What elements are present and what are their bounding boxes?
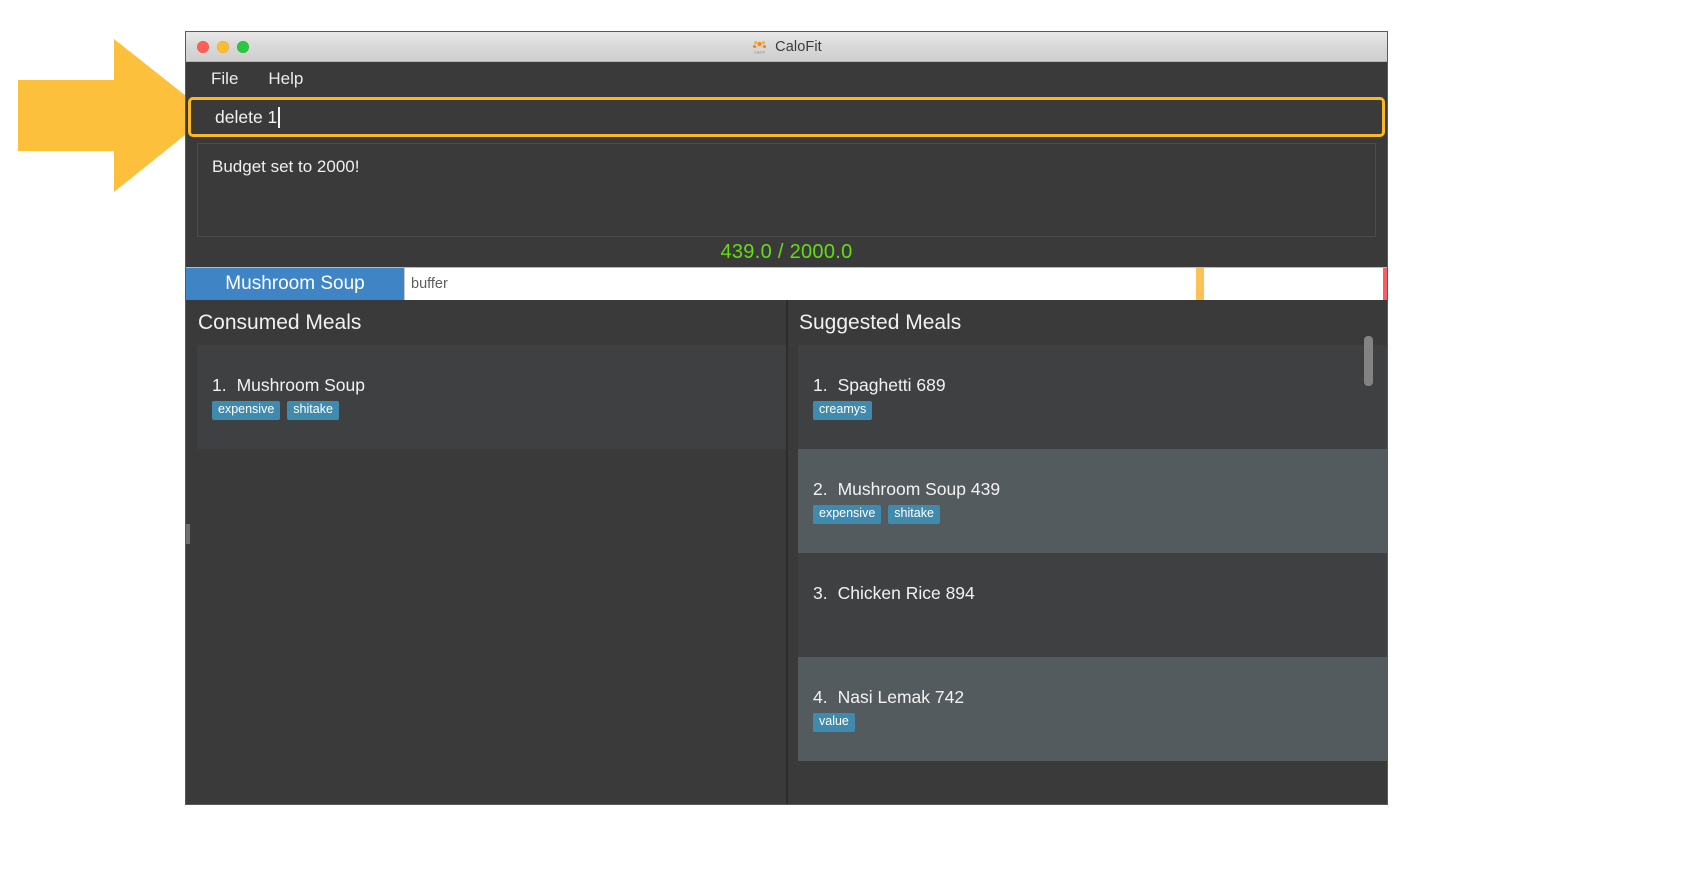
meal-tag: shitake [287,401,339,420]
response-wrap: Budget set to 2000! [186,137,1387,237]
menu-item-file[interactable]: File [201,67,248,91]
app-window: CaloFit CaloFit File Help delete 1 Budge… [186,32,1387,804]
suggested-meal-card[interactable]: 4. Nasi Lemak 742 value [798,657,1387,761]
window-title: CaloFit [775,38,822,55]
suggested-meal-name: Chicken Rice 894 [837,583,975,603]
progress-track: buffer [404,268,1387,300]
suggested-meals-list: 1. Spaghetti 689 creamys 2. Mushroom Sou… [798,345,1387,797]
suggested-meal-line: 3. Chicken Rice 894 [813,583,1387,604]
meal-tag: shitake [888,505,940,524]
suggested-meal-index: 2. [813,479,828,499]
suggested-meal-card[interactable]: 3. Chicken Rice 894 [798,553,1387,657]
suggested-meal-name: Mushroom Soup 439 [837,479,1001,499]
suggested-meal-line: 4. Nasi Lemak 742 [813,687,1387,708]
maximize-window-button[interactable] [237,40,249,53]
consumed-meal-index: 1. [212,375,227,395]
window-title-group: CaloFit CaloFit [751,38,822,55]
command-input-value: delete 1 [215,106,278,127]
suggested-meal-line: 1. Spaghetti 689 [813,375,1387,396]
suggested-meals-scrollbar[interactable] [1364,304,1373,744]
suggested-meal-line: 2. Mushroom Soup 439 [813,479,1387,500]
meal-tag: expensive [813,505,882,524]
suggested-meal-index: 1. [813,375,828,395]
text-caret [278,106,281,128]
suggested-meal-tags: expensive shitake [813,505,1387,524]
screen-root: CaloFit CaloFit File Help delete 1 Budge… [0,0,1682,886]
current-meal-tab-label: Mushroom Soup [225,273,365,294]
scrollbar-thumb[interactable] [1364,336,1373,386]
meal-tag: expensive [212,401,281,420]
warning-threshold-marker [1195,268,1204,300]
consumed-meal-tags: expensive shitake [212,401,786,420]
command-row: delete 1 [186,95,1387,137]
suggested-meal-name: Spaghetti 689 [837,375,946,395]
suggested-meal-card[interactable]: 2. Mushroom Soup 439 expensive shitake [798,449,1387,553]
suggested-meals-title: Suggested Meals [799,311,962,334]
suggested-meal-tags: creamys [813,401,1387,420]
calorie-total-text: 439.0 / 2000.0 [720,240,853,263]
consumed-meal-line: 1. Mushroom Soup [212,375,786,396]
calofit-logo-icon: CaloFit [753,40,767,55]
menu-bar: File Help [186,62,1387,95]
response-message: Budget set to 2000! [212,157,360,176]
suggested-meal-index: 4. [813,687,828,707]
suggested-meals-panel: Suggested Meals 1. Spaghetti 689 creamys [787,300,1387,804]
close-window-button[interactable] [197,40,209,53]
annotation-arrow-icon [18,39,210,192]
calorie-progress-bar: Mushroom Soup buffer [186,267,1387,300]
meal-tag: creamys [813,401,873,420]
consumed-scroll-strip[interactable] [186,300,190,804]
suggested-meal-tags: value [813,713,1387,732]
consumed-meal-card[interactable]: 1. Mushroom Soup expensive shitake [197,345,786,449]
svg-text:CaloFit: CaloFit [754,51,765,55]
main-panels: Consumed Meals 1. Mushroom Soup expensiv… [186,300,1387,804]
consumed-meals-panel: Consumed Meals 1. Mushroom Soup expensiv… [186,300,787,804]
panel-divider [787,300,788,804]
current-meal-tab[interactable]: Mushroom Soup [186,268,404,300]
command-input[interactable]: delete 1 [188,97,1385,137]
buffer-label: buffer [411,276,448,292]
title-bar: CaloFit CaloFit [186,32,1387,62]
calorie-total-row: 439.0 / 2000.0 [186,237,1387,267]
suggested-meal-index: 3. [813,583,828,603]
suggested-meal-name: Nasi Lemak 742 [837,687,965,707]
meal-tag: value [813,713,855,732]
over-budget-marker [1383,268,1387,300]
window-controls [197,40,249,53]
consumed-meals-title: Consumed Meals [198,311,362,334]
consumed-meals-list: 1. Mushroom Soup expensive shitake [197,345,786,797]
consumed-meal-name: Mushroom Soup [236,375,366,395]
response-box: Budget set to 2000! [197,143,1376,237]
suggested-meal-card[interactable]: 1. Spaghetti 689 creamys [798,345,1387,449]
menu-item-help[interactable]: Help [258,67,313,91]
consumed-scroll-thumb[interactable] [186,524,190,544]
minimize-window-button[interactable] [217,40,229,53]
